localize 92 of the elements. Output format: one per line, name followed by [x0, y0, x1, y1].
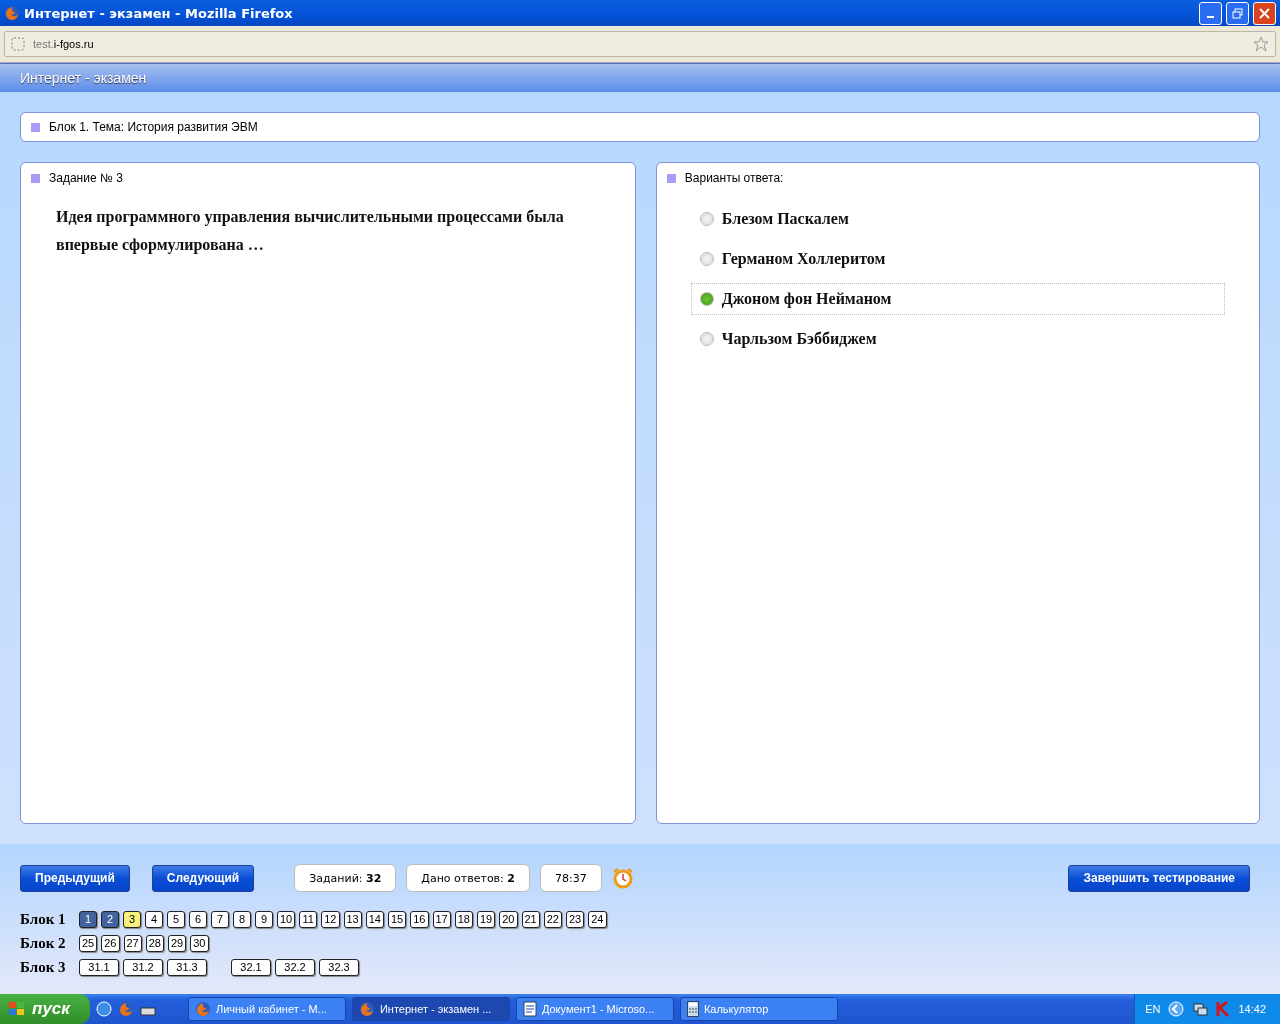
- answers-title: Варианты ответа:: [684, 171, 784, 185]
- radio-button[interactable]: [699, 252, 714, 266]
- question-number-button[interactable]: 31.2: [123, 958, 163, 976]
- question-number-button[interactable]: 5: [167, 910, 185, 928]
- question-number-button[interactable]: 23: [566, 910, 585, 928]
- question-number-button[interactable]: 27: [123, 934, 142, 952]
- question-text: Идея программного управления вычислительными процессами была впервые сформулирована …: [56, 207, 565, 256]
- question-number-button[interactable]: 24: [588, 910, 607, 928]
- question-number-button[interactable]: 7: [211, 910, 229, 928]
- counter-badge: Заданий: 32: [294, 864, 397, 892]
- radio-button[interactable]: [699, 332, 714, 346]
- document-icon: [522, 1001, 537, 1017]
- question-number-button[interactable]: 8: [233, 910, 251, 928]
- question-number-button[interactable]: 18: [454, 910, 473, 928]
- answer-option[interactable]: Джоном фон Нейманом: [690, 283, 1225, 315]
- close-icon: [1259, 7, 1270, 19]
- option-label: Блезом Паскалем: [721, 210, 849, 228]
- k-icon[interactable]: [1216, 1001, 1231, 1017]
- star-icon[interactable]: [1253, 36, 1269, 52]
- answer-option[interactable]: Чарльзом Бэббиджем: [690, 323, 1225, 355]
- question-number-button[interactable]: 25: [79, 934, 98, 952]
- question-number-button[interactable]: 1: [79, 910, 97, 928]
- square-icon: [31, 122, 40, 132]
- question-number-button[interactable]: 22: [543, 910, 562, 928]
- windows-logo-icon: [8, 1001, 26, 1017]
- taskbar-button[interactable]: Личный кабинет - М...: [187, 997, 346, 1021]
- counter-badge: 78:37: [539, 864, 602, 892]
- close-button[interactable]: [1253, 1, 1276, 25]
- question-number-button[interactable]: 29: [168, 934, 187, 952]
- calculator-icon: [686, 1001, 699, 1017]
- question-number-button[interactable]: 14: [365, 910, 384, 928]
- fox-icon: [358, 1001, 375, 1017]
- question-number-button[interactable]: 32.1: [231, 958, 271, 976]
- question-number-button[interactable]: 17: [432, 910, 451, 928]
- question-number-button[interactable]: 16: [410, 910, 429, 928]
- fox-icon: [117, 1001, 134, 1017]
- network-icon[interactable]: [1192, 1001, 1209, 1017]
- question-number-button[interactable]: 12: [321, 910, 340, 928]
- page-title: Интернет - экзамен: [20, 70, 147, 86]
- question-number-button[interactable]: 2: [101, 910, 119, 928]
- radio-button[interactable]: [699, 292, 714, 306]
- question-number-button[interactable]: 32.3: [319, 958, 359, 976]
- question-number-button[interactable]: 19: [477, 910, 496, 928]
- option-label: Германом Холлеритом: [721, 250, 886, 268]
- square-icon: [31, 173, 40, 183]
- question-number-button[interactable]: 6: [189, 910, 207, 928]
- restore-button[interactable]: [1226, 1, 1249, 25]
- task-title: Задание № 3: [49, 171, 123, 185]
- minimize-icon: [1207, 15, 1214, 18]
- answer-option[interactable]: Блезом Паскалем: [690, 203, 1225, 235]
- block-label: Блок 3: [20, 958, 67, 976]
- window-title: Интернет - экзамен - Mozilla Firefox: [24, 5, 294, 21]
- taskbar-button[interactable]: Документ1 - Microso...: [515, 997, 674, 1021]
- answer-option[interactable]: Германом Холлеритом: [690, 243, 1225, 275]
- question-number-button[interactable]: 21: [521, 910, 540, 928]
- language-indicator[interactable]: EN: [1145, 1003, 1161, 1015]
- question-number-button[interactable]: 11: [299, 910, 318, 928]
- block-label: Блок 2: [20, 934, 67, 952]
- clock: 14:42: [1238, 1003, 1266, 1015]
- next-button[interactable]: Следующий: [151, 864, 255, 892]
- taskbar-button[interactable]: Интернет - экзамен ...: [351, 997, 510, 1021]
- finish-button[interactable]: Завершить тестирование: [1068, 864, 1250, 892]
- question-number-button[interactable]: 28: [145, 934, 164, 952]
- question-number-button[interactable]: 32.2: [275, 958, 315, 976]
- question-number-button[interactable]: 26: [101, 934, 120, 952]
- question-number-button[interactable]: 31.1: [79, 958, 119, 976]
- option-label: Чарльзом Бэббиджем: [721, 330, 877, 348]
- question-number-button[interactable]: 9: [255, 910, 273, 928]
- fox-icon: [194, 1001, 211, 1017]
- question-number-button[interactable]: 3: [123, 910, 141, 928]
- counter-badge: Дано ответов: 2: [406, 864, 530, 892]
- chevron-left-icon[interactable]: [1168, 1001, 1185, 1017]
- fox-icon: [4, 5, 20, 21]
- question-number-button[interactable]: 15: [388, 910, 407, 928]
- question-number-button[interactable]: 20: [499, 910, 518, 928]
- question-number-button[interactable]: 30: [190, 934, 209, 952]
- minimize-button[interactable]: [1199, 1, 1222, 25]
- address-field[interactable]: test.i-fgos.ru: [4, 31, 1276, 57]
- question-number-button[interactable]: 4: [145, 910, 163, 928]
- previous-button[interactable]: Предыдущий: [20, 864, 130, 892]
- block-label: Блок 1: [20, 910, 67, 928]
- block-title: Блок 1. Тема: История развития ЭВМ: [49, 120, 258, 134]
- site-identity-icon: [11, 37, 25, 51]
- alarm-clock-icon: [611, 867, 634, 889]
- question-number-button[interactable]: 13: [343, 910, 362, 928]
- restore-icon: [1232, 7, 1243, 19]
- radio-button[interactable]: [699, 212, 714, 226]
- question-number-button[interactable]: 31.3: [167, 958, 207, 976]
- square-icon: [666, 173, 676, 183]
- option-label: Джоном фон Нейманом: [721, 290, 892, 308]
- question-number-button[interactable]: 10: [277, 910, 296, 928]
- taskbar-button[interactable]: Калькулятор: [679, 997, 838, 1021]
